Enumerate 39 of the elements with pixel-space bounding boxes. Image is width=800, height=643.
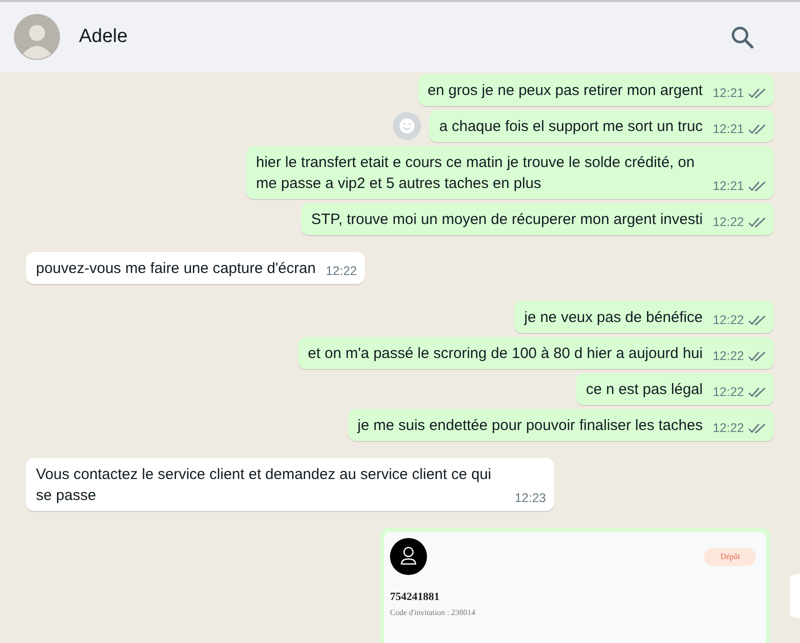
- double-check-icon: [748, 216, 766, 228]
- message-text: Vous contactez le service client et demandez au service client ce qui se passe: [36, 465, 492, 506]
- contact-name[interactable]: Adele: [79, 22, 128, 52]
- scroll-down-button[interactable]: [790, 574, 800, 618]
- image-message-bubble[interactable]: Dépôt 754241881 Code d'invitation : 238014: [380, 528, 770, 643]
- message-text: en gros je ne peux pas retirer mon argent: [428, 81, 703, 101]
- double-check-icon: [748, 386, 766, 398]
- message-time: 12:22: [712, 385, 744, 399]
- emoji-button[interactable]: [393, 112, 422, 140]
- message-time: 12:22: [712, 349, 744, 363]
- message-time: 12:22: [712, 313, 744, 327]
- message-text: ce n est pas légal: [586, 380, 703, 400]
- double-check-icon: [748, 350, 766, 362]
- double-check-icon: [748, 88, 766, 98]
- message-text: hier le transfert etait e cours ce matin je trouve le solde crédité, on me passe a vip2 et 5 autres taches en plus: [256, 153, 696, 194]
- account-number: 754241881: [390, 590, 440, 605]
- message-text: STP, trouve moi un moyen de récuperer mon argent investi: [311, 210, 703, 230]
- search-icon[interactable]: [730, 25, 754, 49]
- status-badge: Dépôt: [704, 548, 756, 566]
- message-time: 12:22: [326, 264, 357, 278]
- double-check-icon: [748, 422, 766, 434]
- message-time: 12:21: [712, 179, 744, 193]
- double-check-icon: [748, 124, 766, 134]
- invite-code: Code d'invitation : 238014: [390, 606, 476, 618]
- message-text: et on m'a passé le scroring de 100 à 80 d hier a aujourd hui: [308, 344, 703, 364]
- message-text: a chaque fois el support me sort un truc: [439, 117, 703, 137]
- smiley-icon: [399, 118, 416, 134]
- user-avatar-icon: [390, 538, 427, 575]
- message-time: 12:23: [514, 491, 546, 505]
- message-text: je me suis endettée pour pouvoir finaliser les taches: [358, 416, 703, 436]
- double-check-icon: [748, 314, 766, 326]
- message-time: 12:21: [712, 86, 744, 100]
- message-time: 12:22: [712, 421, 744, 435]
- message-time: 12:22: [712, 215, 744, 229]
- double-check-icon: [748, 180, 766, 192]
- message-text: pouvez-vous me faire une capture d'écran: [36, 259, 316, 279]
- avatar-icon[interactable]: [14, 14, 60, 60]
- message-text: je ne veux pas de bénéfice: [524, 308, 703, 328]
- message-time: 12:21: [712, 122, 744, 136]
